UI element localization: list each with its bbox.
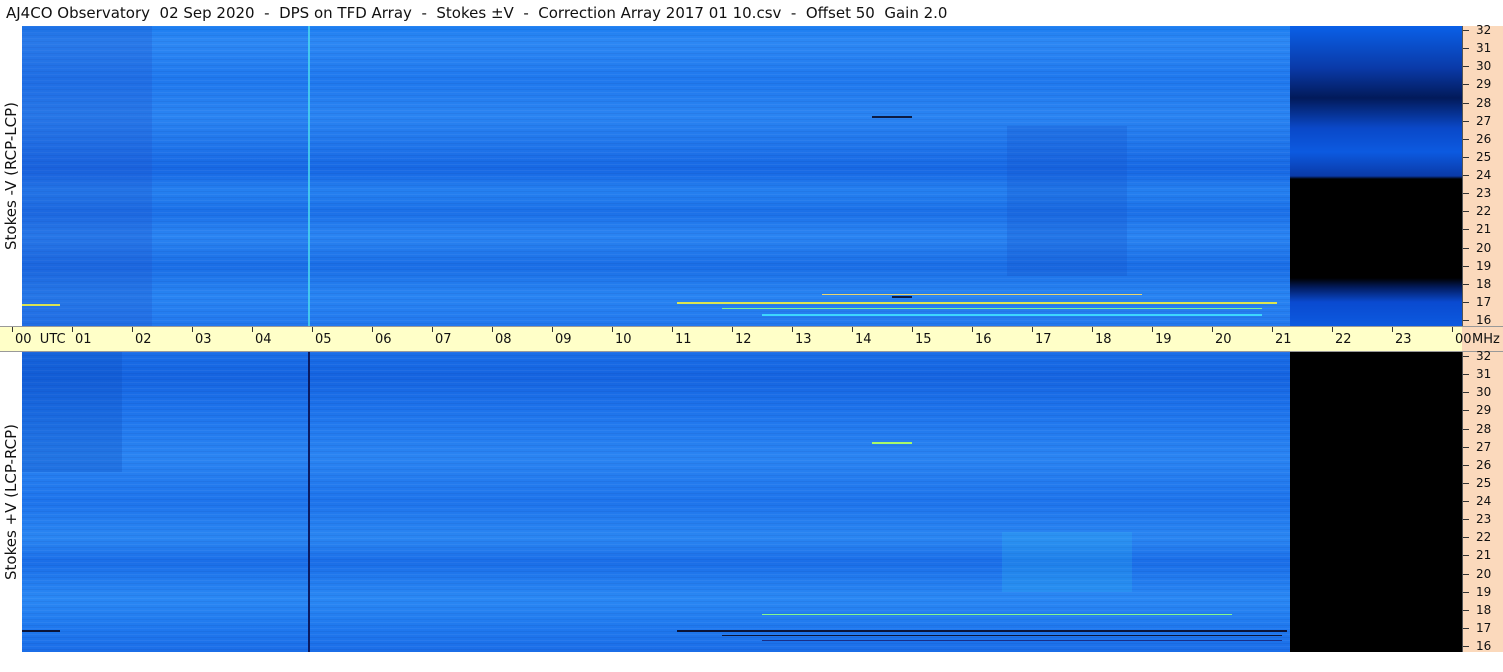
top-freq-tick-label: 31: [1476, 41, 1492, 56]
bottom-freq-tick-label: 25: [1476, 475, 1492, 490]
time-tick-label: 03: [192, 327, 212, 351]
bottom-spectrogram-image: [22, 352, 1462, 652]
time-tick-label: 09: [552, 327, 572, 351]
time-tick-label: 00: [1452, 327, 1472, 351]
top-freq-tick-label: 27: [1476, 113, 1492, 128]
time-tick-label: 02: [132, 327, 152, 351]
bottom-panel-label: Stokes +V (LCP-RCP): [2, 424, 20, 580]
bottom-freq-tick-label: 27: [1476, 439, 1492, 454]
time-tick-label: 23: [1392, 327, 1412, 351]
time-tick-label: 19: [1152, 327, 1172, 351]
time-axis: 00 UTC 01 02 03 04 05 06 07 08 09 10 11 12 13 14 15 16 17…: [0, 326, 1503, 352]
bottom-freq-tick-label: 29: [1476, 403, 1492, 418]
time-tick-label: 08: [492, 327, 512, 351]
bottom-freq-tick-label: 23: [1476, 512, 1492, 527]
top-frequency-scale: 32 31 30 29 28 27 26 25 24 23 22 21 20 19 18 17 16: [1462, 23, 1503, 327]
bottom-frequency-scale: 32 31 30 29 28 27 26 25 24 23 22 21 20 19 18 17 16: [1462, 349, 1503, 653]
time-tick-label: 17: [1032, 327, 1052, 351]
top-freq-tick-label: 32: [1476, 23, 1492, 37]
bottom-freq-tick-label: 19: [1476, 584, 1492, 599]
top-freq-tick-label: 28: [1476, 95, 1492, 110]
time-tick-label: 16: [972, 327, 992, 351]
time-tick-label: 18: [1092, 327, 1112, 351]
top-freq-tick-label: 30: [1476, 59, 1492, 74]
top-freq-tick-label: 25: [1476, 149, 1492, 164]
time-tick-label: 10: [612, 327, 632, 351]
top-freq-tick-label: 18: [1476, 276, 1492, 291]
time-tick-label: 07: [432, 327, 452, 351]
time-tick-label: 15: [912, 327, 932, 351]
top-panel-ylabel: Stokes -V (RCP-LCP): [0, 26, 22, 326]
time-tick-label: 00 UTC: [12, 327, 66, 351]
top-freq-tick-label: 22: [1476, 204, 1492, 219]
time-tick-label: 11: [672, 327, 692, 351]
bottom-freq-tick-label: 31: [1476, 367, 1492, 382]
top-panel-label: Stokes -V (RCP-LCP): [2, 102, 20, 250]
top-freq-tick-label: 26: [1476, 131, 1492, 146]
time-tick-label: 05: [312, 327, 332, 351]
time-tick-label: 21: [1272, 327, 1292, 351]
top-freq-tick-label: 20: [1476, 240, 1492, 255]
bottom-freq-tick-label: 28: [1476, 421, 1492, 436]
time-axis-unit: MHz: [1472, 332, 1500, 347]
bottom-freq-tick-label: 21: [1476, 548, 1492, 563]
top-freq-tick-label: 19: [1476, 258, 1492, 273]
time-tick-label: 04: [252, 327, 272, 351]
bottom-panel-ylabel: Stokes +V (LCP-RCP): [0, 352, 22, 652]
bottom-freq-tick-label: 17: [1476, 620, 1492, 635]
bottom-freq-tick-label: 30: [1476, 385, 1492, 400]
page-title: AJ4CO Observatory 02 Sep 2020 - DPS on T…: [0, 0, 1462, 26]
bottom-freq-tick-label: 24: [1476, 494, 1492, 508]
top-spectrogram-image: [22, 26, 1462, 326]
time-tick-label: 20: [1212, 327, 1232, 351]
bottom-freq-tick-label: 16: [1476, 639, 1492, 653]
top-spectrogram[interactable]: [22, 26, 1462, 326]
top-freq-tick-label: 17: [1476, 294, 1492, 309]
time-tick-label: 13: [792, 327, 812, 351]
time-tick-label: 22: [1332, 327, 1352, 351]
bottom-spectrogram[interactable]: [22, 352, 1462, 652]
time-tick-label: 14: [852, 327, 872, 351]
bottom-freq-tick-label: 22: [1476, 530, 1492, 545]
time-tick-label: 12: [732, 327, 752, 351]
top-freq-tick-label: 29: [1476, 77, 1492, 92]
time-tick-label: 01: [72, 327, 92, 351]
bottom-freq-tick-label: 20: [1476, 566, 1492, 581]
top-freq-tick-label: 24: [1476, 168, 1492, 182]
bottom-freq-tick-label: 26: [1476, 457, 1492, 472]
top-freq-tick-label: 23: [1476, 186, 1492, 201]
bottom-freq-tick-label: 18: [1476, 602, 1492, 617]
time-tick-label: 06: [372, 327, 392, 351]
top-freq-tick-label: 16: [1476, 313, 1492, 327]
top-freq-tick-label: 21: [1476, 222, 1492, 237]
